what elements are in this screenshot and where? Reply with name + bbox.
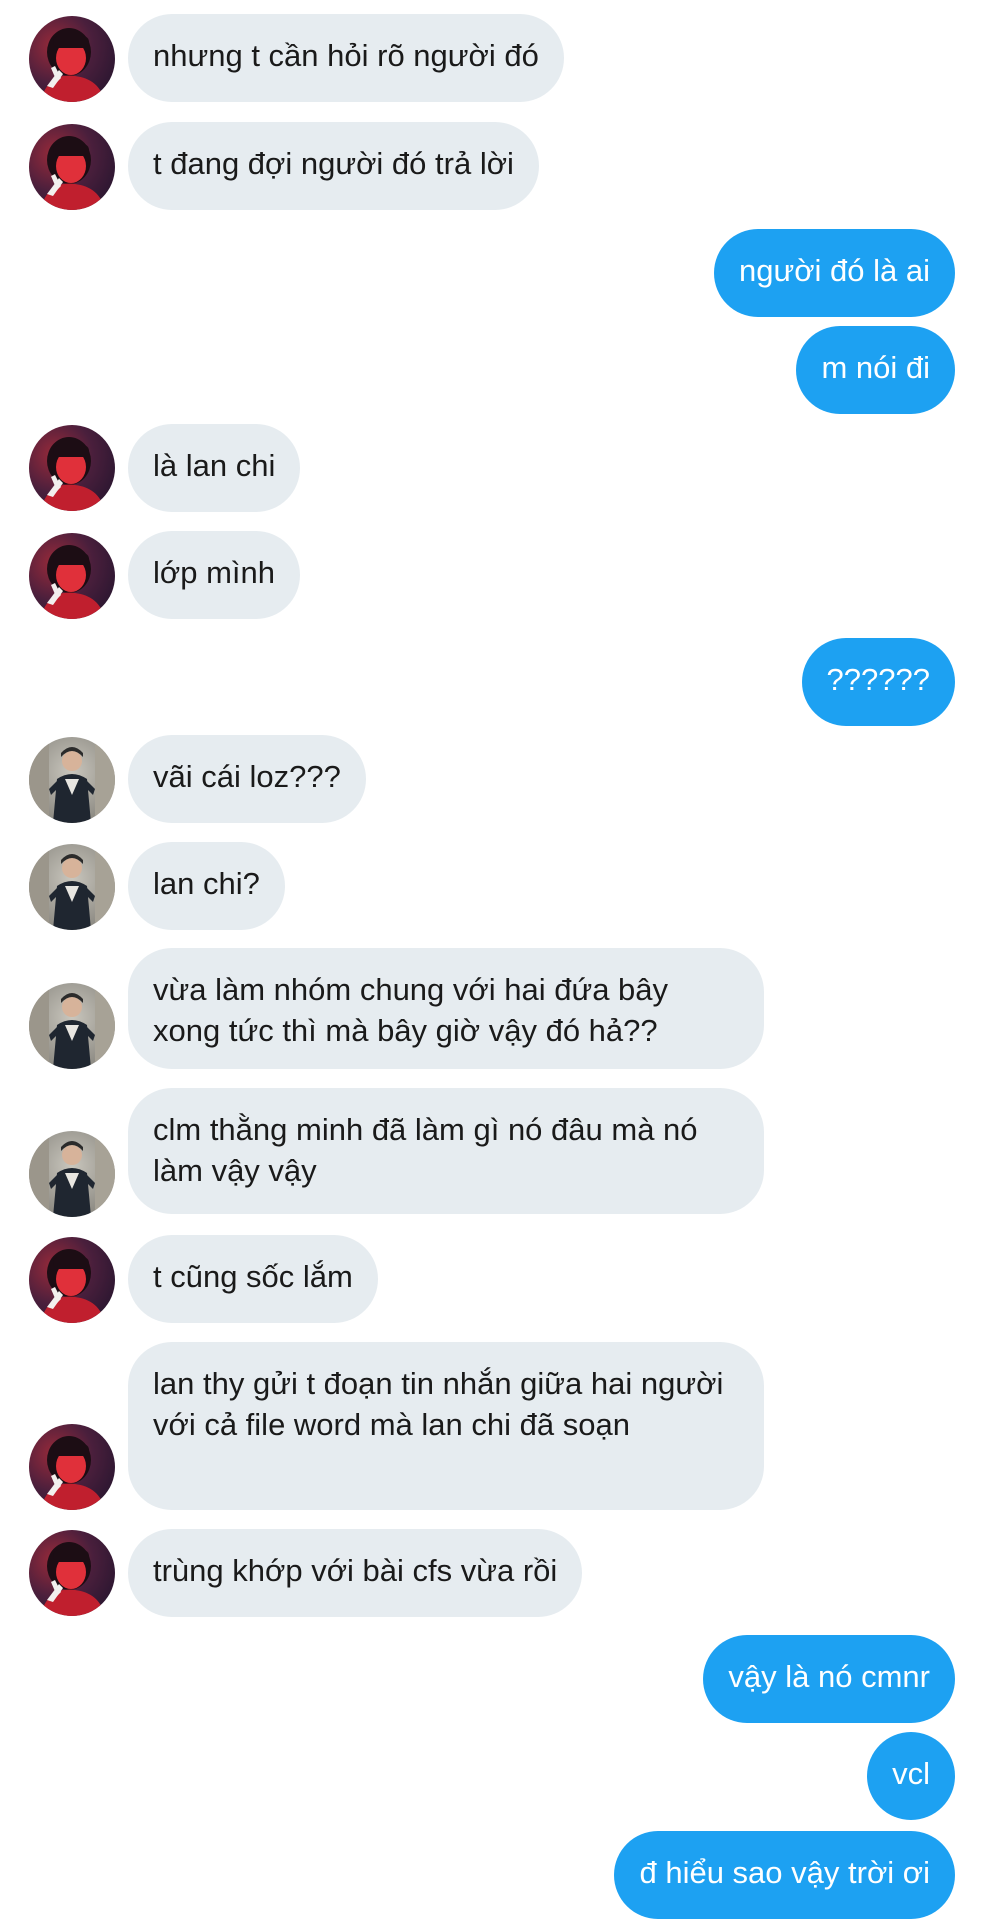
outgoing-message-bubble[interactable]: vcl xyxy=(867,1732,955,1820)
incoming-message-bubble[interactable]: lan thy gửi t đoạn tin nhắn giữa hai ngư… xyxy=(128,1342,764,1510)
incoming-message-bubble[interactable]: t cũng sốc lắm xyxy=(128,1235,378,1323)
incoming-message-bubble[interactable]: nhưng t cần hỏi rõ người đó xyxy=(128,14,564,102)
outgoing-message-bubble[interactable]: ?????? xyxy=(801,638,955,726)
girl-red-avatar-icon[interactable] xyxy=(29,425,115,511)
guy-outdoor-avatar-icon[interactable] xyxy=(29,844,115,930)
incoming-message-bubble[interactable]: clm thằng minh đã làm gì nó đâu mà nó là… xyxy=(128,1088,764,1214)
incoming-message-bubble[interactable]: là lan chi xyxy=(128,424,301,512)
incoming-message-bubble[interactable]: lan chi? xyxy=(128,842,285,930)
outgoing-message-bubble[interactable]: m nói đi xyxy=(796,326,955,414)
girl-red-avatar-icon[interactable] xyxy=(29,533,115,619)
girl-red-avatar-icon[interactable] xyxy=(29,1237,115,1323)
incoming-message-bubble[interactable]: vãi cái loz??? xyxy=(128,735,366,823)
girl-red-avatar-icon[interactable] xyxy=(29,124,115,210)
girl-red-avatar-icon[interactable] xyxy=(29,1530,115,1616)
incoming-message-bubble[interactable]: t đang đợi người đó trả lời xyxy=(128,122,539,210)
outgoing-message-bubble[interactable]: đ hiểu sao vậy trời ơi xyxy=(614,1831,955,1919)
incoming-message-bubble[interactable]: vừa làm nhóm chung với hai đứa bây xong … xyxy=(128,948,764,1069)
outgoing-message-bubble[interactable]: vậy là nó cmnr xyxy=(703,1635,955,1723)
guy-outdoor-avatar-icon[interactable] xyxy=(29,737,115,823)
girl-red-avatar-icon[interactable] xyxy=(29,1424,115,1510)
guy-outdoor-avatar-icon[interactable] xyxy=(29,983,115,1069)
guy-outdoor-avatar-icon[interactable] xyxy=(29,1131,115,1217)
incoming-message-bubble[interactable]: lớp mình xyxy=(128,531,300,619)
conversation-thread: nhưng t cần hỏi rõ người đó t đang đợi n… xyxy=(0,0,981,1920)
incoming-message-bubble[interactable]: trùng khớp với bài cfs vừa rồi xyxy=(128,1529,583,1617)
outgoing-message-bubble[interactable]: người đó là ai xyxy=(713,229,955,317)
girl-red-avatar-icon[interactable] xyxy=(29,16,115,102)
